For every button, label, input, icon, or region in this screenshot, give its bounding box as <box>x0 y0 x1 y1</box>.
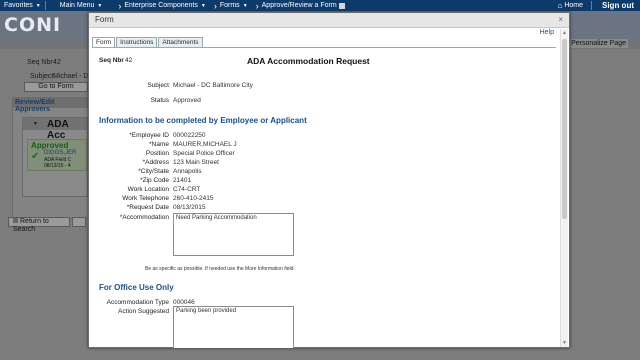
approved-step: Approved ✔ DIGGS,JER ADA Field C 08/13/1… <box>27 139 87 171</box>
accommodation-type-label: Accommodation Type <box>106 299 169 306</box>
accommodation-textarea[interactable]: Need Parking Accommodation <box>173 213 294 256</box>
action-suggested-textarea[interactable]: Parking been provided <box>173 306 294 348</box>
tab-instructions[interactable]: Instructions <box>116 37 158 47</box>
field-value: MAURER,MICHAEL J <box>173 141 237 148</box>
scroll-down-icon[interactable]: ▼ <box>562 340 567 346</box>
field-value: 000022250 <box>173 132 206 139</box>
modal-title: Form <box>95 15 114 24</box>
field-label: Work Location <box>127 186 169 193</box>
review-approvers-header: Review/Edit Approvers <box>13 98 91 113</box>
logo: CONI <box>4 14 62 36</box>
nav-forms[interactable]: › Forms ▼ <box>210 0 252 11</box>
field-label: *Address <box>142 159 169 166</box>
nav-favorites[interactable]: Favorites ▼ <box>0 0 45 11</box>
bg-subject-label: Subject <box>30 73 54 80</box>
subject-label: Subject <box>147 82 169 89</box>
collapse-triangle-icon: ▼ <box>33 121 38 127</box>
field-value: 21401 <box>173 177 192 184</box>
close-icon[interactable]: × <box>558 15 563 24</box>
form-modal: Form × Help Form Instructions Attachment… <box>88 12 570 348</box>
accommodation-label: *Accommodation <box>119 214 169 221</box>
nav-approve-review[interactable]: › Approve/Review a Form <box>252 0 349 11</box>
new-window-icon <box>338 2 345 9</box>
nav-main-menu[interactable]: Main Menu ▼ <box>46 0 107 11</box>
field-value: Special Police Officer <box>173 150 235 157</box>
field-value: 123 Main Street <box>173 159 219 166</box>
form-title: ADA Accommodation Request <box>247 56 370 66</box>
seq-label: Seq Nbr <box>99 57 124 64</box>
checkmark-icon: ✔ <box>31 151 40 162</box>
subject-value: Michael - DC Baltimore City <box>173 82 253 89</box>
go-to-form-button[interactable]: Go to Form <box>24 82 88 92</box>
bg-seq-label: Seq Nbr <box>27 59 53 66</box>
section-office-use: For Office Use Only <box>99 283 174 292</box>
next-in-list-button[interactable] <box>72 217 86 227</box>
scroll-up-icon[interactable]: ▲ <box>562 30 567 36</box>
chevron-down-icon: ▼ <box>200 2 206 9</box>
field-value: C74-CRT <box>173 186 201 193</box>
tab-attachments[interactable]: Attachments <box>158 37 203 47</box>
return-to-search-button[interactable]: Return to Search <box>8 217 70 233</box>
form-tabs: Form Instructions Attachments <box>92 37 203 47</box>
field-value: Annapolis <box>173 168 202 175</box>
scroll-thumb[interactable] <box>562 39 567 219</box>
home-link[interactable]: ⌂ Home <box>549 1 591 10</box>
sign-out-link[interactable]: Sign out <box>592 1 640 10</box>
field-label: *Name <box>149 141 169 148</box>
personalize-page-link[interactable]: Personalize Page <box>569 39 628 48</box>
bg-seq-value: 42 <box>53 59 61 66</box>
modal-scrollbar[interactable]: ▲ ▼ <box>560 29 568 347</box>
field-label: *Zip Code <box>140 177 169 184</box>
tab-form[interactable]: Form <box>92 37 116 47</box>
form-content: Seq Nbr 42 ADA Accommodation Request Sub… <box>89 48 561 348</box>
status-label: Status <box>150 97 169 104</box>
action-suggested-label: Action Suggested <box>118 308 169 315</box>
nav-enterprise-components[interactable]: › Enterprise Components ▼ <box>106 0 210 11</box>
field-label: Position <box>145 150 169 157</box>
breadcrumb-arrow-icon: › <box>213 0 217 11</box>
chevron-down-icon: ▼ <box>97 2 103 9</box>
help-link[interactable]: Help <box>540 29 554 36</box>
accommodation-type-value: 000046 <box>173 299 195 306</box>
field-value: 08/13/2015 <box>173 204 206 211</box>
seq-value: 42 <box>125 57 133 64</box>
field-label: *Employee ID <box>129 132 169 139</box>
section-employee-info: Information to be completed by Employee … <box>99 116 307 125</box>
chevron-down-icon: ▼ <box>35 2 41 9</box>
home-icon: ⌂ <box>557 1 563 10</box>
return-icon <box>13 218 18 223</box>
top-nav-bar: Favorites ▼ Main Menu ▼ › Enterprise Compon… <box>0 0 640 11</box>
field-label: *City/State <box>138 168 169 175</box>
approval-card-header[interactable]: ▼ ADA Acc <box>23 118 87 141</box>
field-value: 260-410-2415 <box>173 195 214 202</box>
approver-date: 08/13/15 - 4 <box>44 163 71 169</box>
accommodation-hint: Be as specific as possible. If needed us… <box>145 266 295 272</box>
field-label: *Request Date <box>126 204 169 211</box>
status-value: Approved <box>173 97 201 104</box>
chevron-down-icon: ▼ <box>242 2 248 9</box>
breadcrumb-arrow-icon: › <box>118 0 122 11</box>
modal-title-bar: Form × <box>89 13 569 28</box>
field-label: Work Telephone <box>122 195 169 202</box>
approver-name[interactable]: DIGGS,JER <box>44 150 76 156</box>
breadcrumb-arrow-icon: › <box>255 0 259 11</box>
